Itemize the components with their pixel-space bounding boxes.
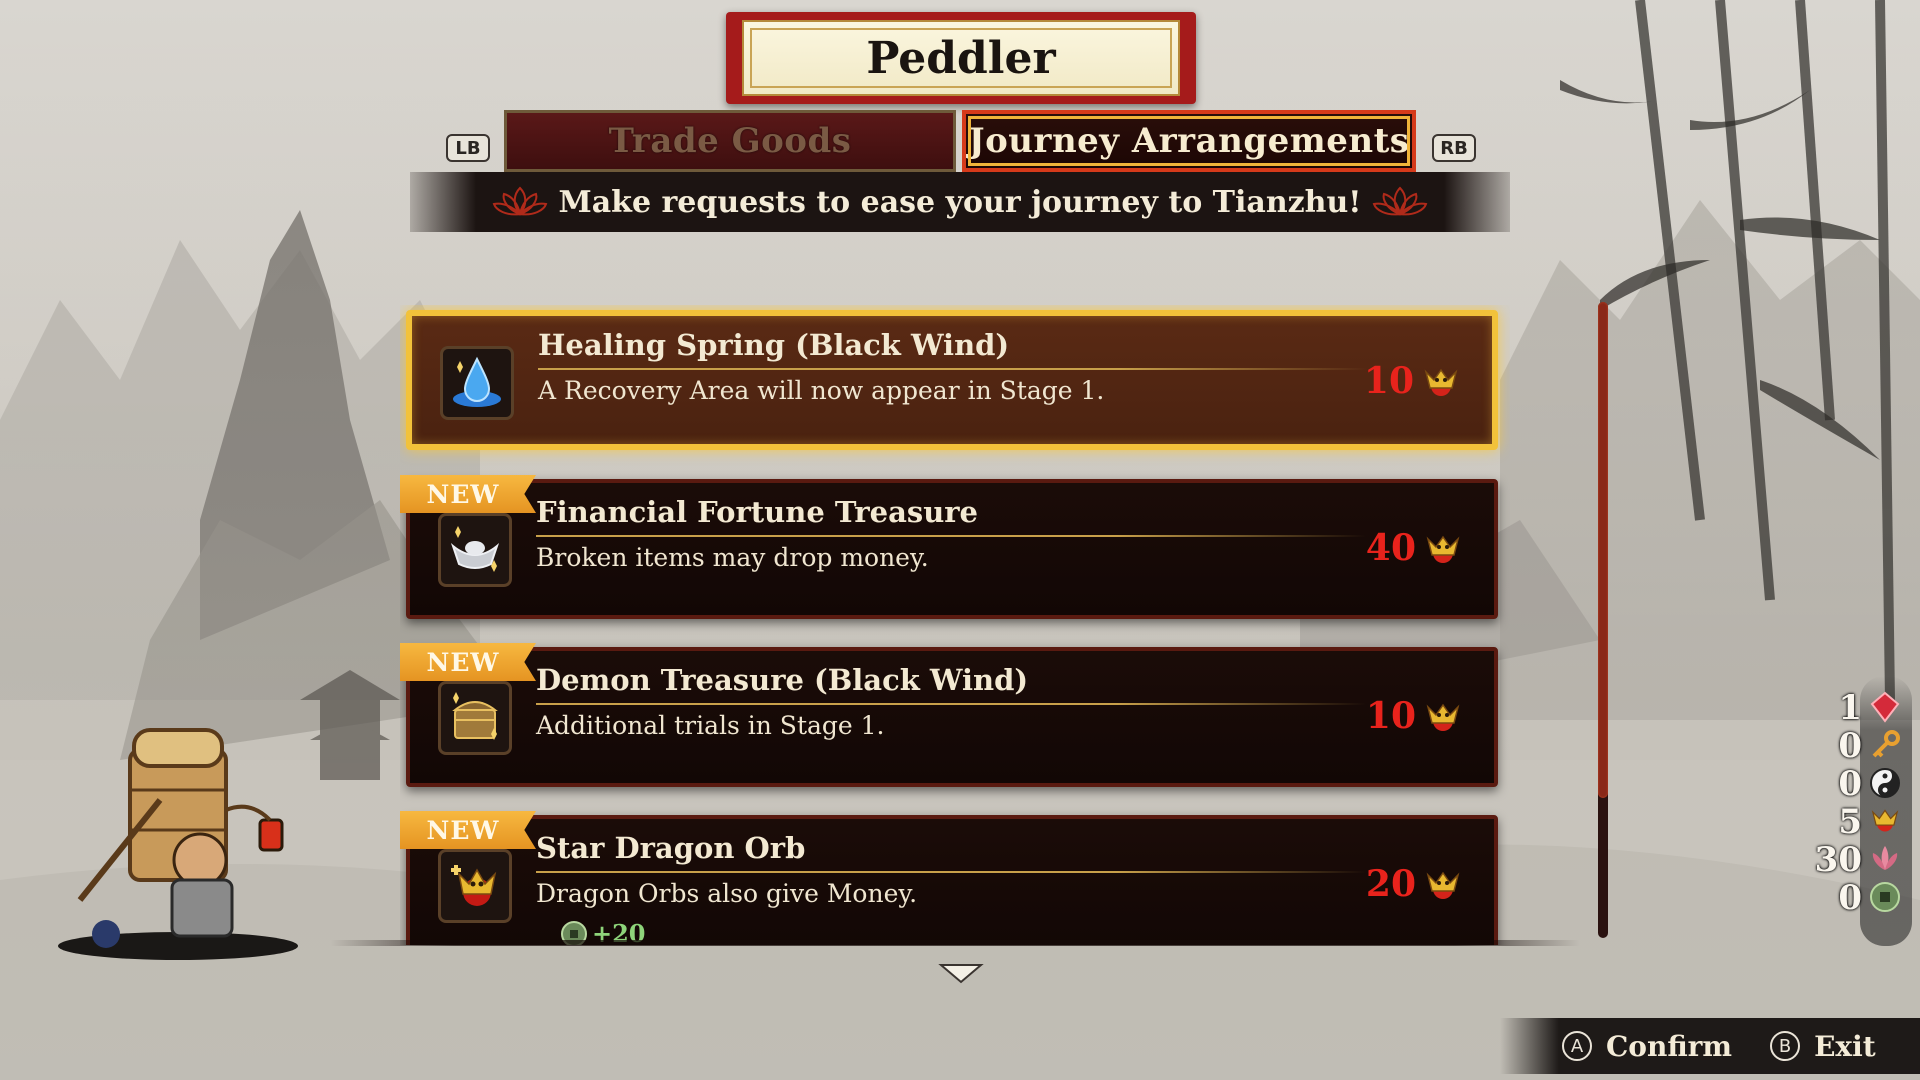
exit-button[interactable]: Exit [1814, 1030, 1876, 1063]
resource-jade-coin: 0 [1782, 878, 1902, 918]
lb-bumper-hint[interactable]: LB [446, 134, 490, 162]
divider [536, 703, 1366, 705]
arrangement-description: Broken items may drop money. [536, 543, 929, 572]
dragon-coin-icon [1871, 809, 1899, 832]
dragon-coin-icon [1426, 703, 1460, 731]
dragon-orb-icon [451, 865, 497, 906]
resource-key: 0 [1782, 726, 1902, 766]
resource-value: 0 [1838, 878, 1862, 918]
tab-journey-arrangements[interactable]: Journey Arrangements [962, 110, 1416, 172]
new-badge: NEW [400, 475, 536, 513]
lotus-icon [1372, 186, 1428, 216]
tab-trade-goods[interactable]: Trade Goods [504, 110, 956, 172]
icon-frame [438, 681, 512, 755]
list-bottom-edge [330, 940, 1580, 946]
arrangement-description: Dragon Orbs also give Money. [536, 879, 918, 908]
scroll-down-arrow-icon[interactable] [938, 962, 984, 986]
jade-coin-icon [1870, 882, 1900, 912]
icon-frame [440, 346, 514, 420]
scrollbar[interactable] [1598, 302, 1608, 938]
banner-text: Make requests to ease your journey to Ti… [558, 184, 1362, 220]
arrangement-cost: 10 [1365, 695, 1416, 737]
new-badge: NEW [400, 643, 536, 681]
page-title: Peddler [866, 32, 1056, 84]
resource-yin-yang: 0 [1782, 764, 1902, 804]
healing-spring-icon [453, 356, 501, 407]
dragon-coin-icon [1426, 871, 1460, 899]
arrangement-card-demon-treasure[interactable]: NEW Demon Treasure (Black Wind) Addition… [400, 643, 1498, 787]
yin-yang-icon [1870, 768, 1900, 798]
arrangement-cost: 40 [1365, 527, 1416, 569]
resource-value: 0 [1838, 726, 1862, 766]
resource-lotus: 30 [1782, 840, 1902, 880]
confirm-button[interactable]: Confirm [1606, 1030, 1732, 1063]
silver-ingot-icon [450, 526, 500, 572]
arrangement-description: Additional trials in Stage 1. [536, 711, 885, 740]
arrangement-name: Star Dragon Orb [536, 831, 806, 865]
a-button-icon: A [1562, 1031, 1592, 1061]
arrangements-list: Healing Spring (Black Wind) A Recovery A… [400, 305, 1510, 945]
new-badge: NEW [400, 811, 536, 849]
arrangement-name: Healing Spring (Black Wind) [538, 328, 1010, 362]
arrangement-card-financial-fortune[interactable]: NEW Financial Fortune Treasure Broken it… [400, 475, 1498, 619]
peddler-character-sprite [58, 728, 298, 960]
button-prompts: A Confirm B Exit [1500, 1018, 1920, 1074]
b-button-icon: B [1770, 1031, 1801, 1061]
rb-bumper-hint[interactable]: RB [1432, 134, 1476, 162]
resource-value: 5 [1838, 802, 1862, 842]
resource-counter: 1 0 0 5 30 0 [1782, 688, 1902, 918]
scrollbar-thumb[interactable] [1598, 302, 1608, 798]
arrangement-cost: 10 [1363, 360, 1414, 402]
resource-value: 30 [1814, 840, 1862, 880]
tab-label: Journey Arrangements [968, 121, 1410, 161]
red-gem-icon [1870, 691, 1900, 723]
resource-value: 1 [1838, 688, 1862, 728]
arrangement-card-healing-spring[interactable]: Healing Spring (Black Wind) A Recovery A… [406, 310, 1498, 450]
icon-frame [438, 849, 512, 923]
arrangement-description: A Recovery Area will now appear in Stage… [538, 376, 1105, 405]
divider [536, 871, 1366, 873]
divider [536, 535, 1366, 537]
icon-frame [438, 513, 512, 587]
lotus-icon [1872, 846, 1898, 870]
dragon-coin-icon [1426, 535, 1460, 563]
divider [538, 368, 1368, 370]
treasure-chest-icon [452, 692, 498, 740]
arrangement-card-star-dragon-orb[interactable]: NEW Star Dragon Orb Dragon Orbs also giv… [400, 811, 1498, 945]
resource-value: 0 [1838, 764, 1862, 804]
arrangement-name: Financial Fortune Treasure [536, 495, 979, 529]
key-icon [1872, 730, 1900, 758]
title-scroll: Peddler [726, 12, 1196, 104]
lotus-icon [492, 186, 548, 216]
resource-dragon-coin: 5 [1782, 802, 1902, 842]
title-paper: Peddler [742, 20, 1180, 96]
arrangement-cost: 20 [1365, 863, 1416, 905]
arrangement-name: Demon Treasure (Black Wind) [536, 663, 1029, 697]
info-banner: Make requests to ease your journey to Ti… [410, 172, 1510, 232]
resource-red-gem: 1 [1782, 688, 1902, 728]
dragon-coin-icon [1424, 368, 1458, 396]
tab-label: Trade Goods [608, 121, 852, 161]
